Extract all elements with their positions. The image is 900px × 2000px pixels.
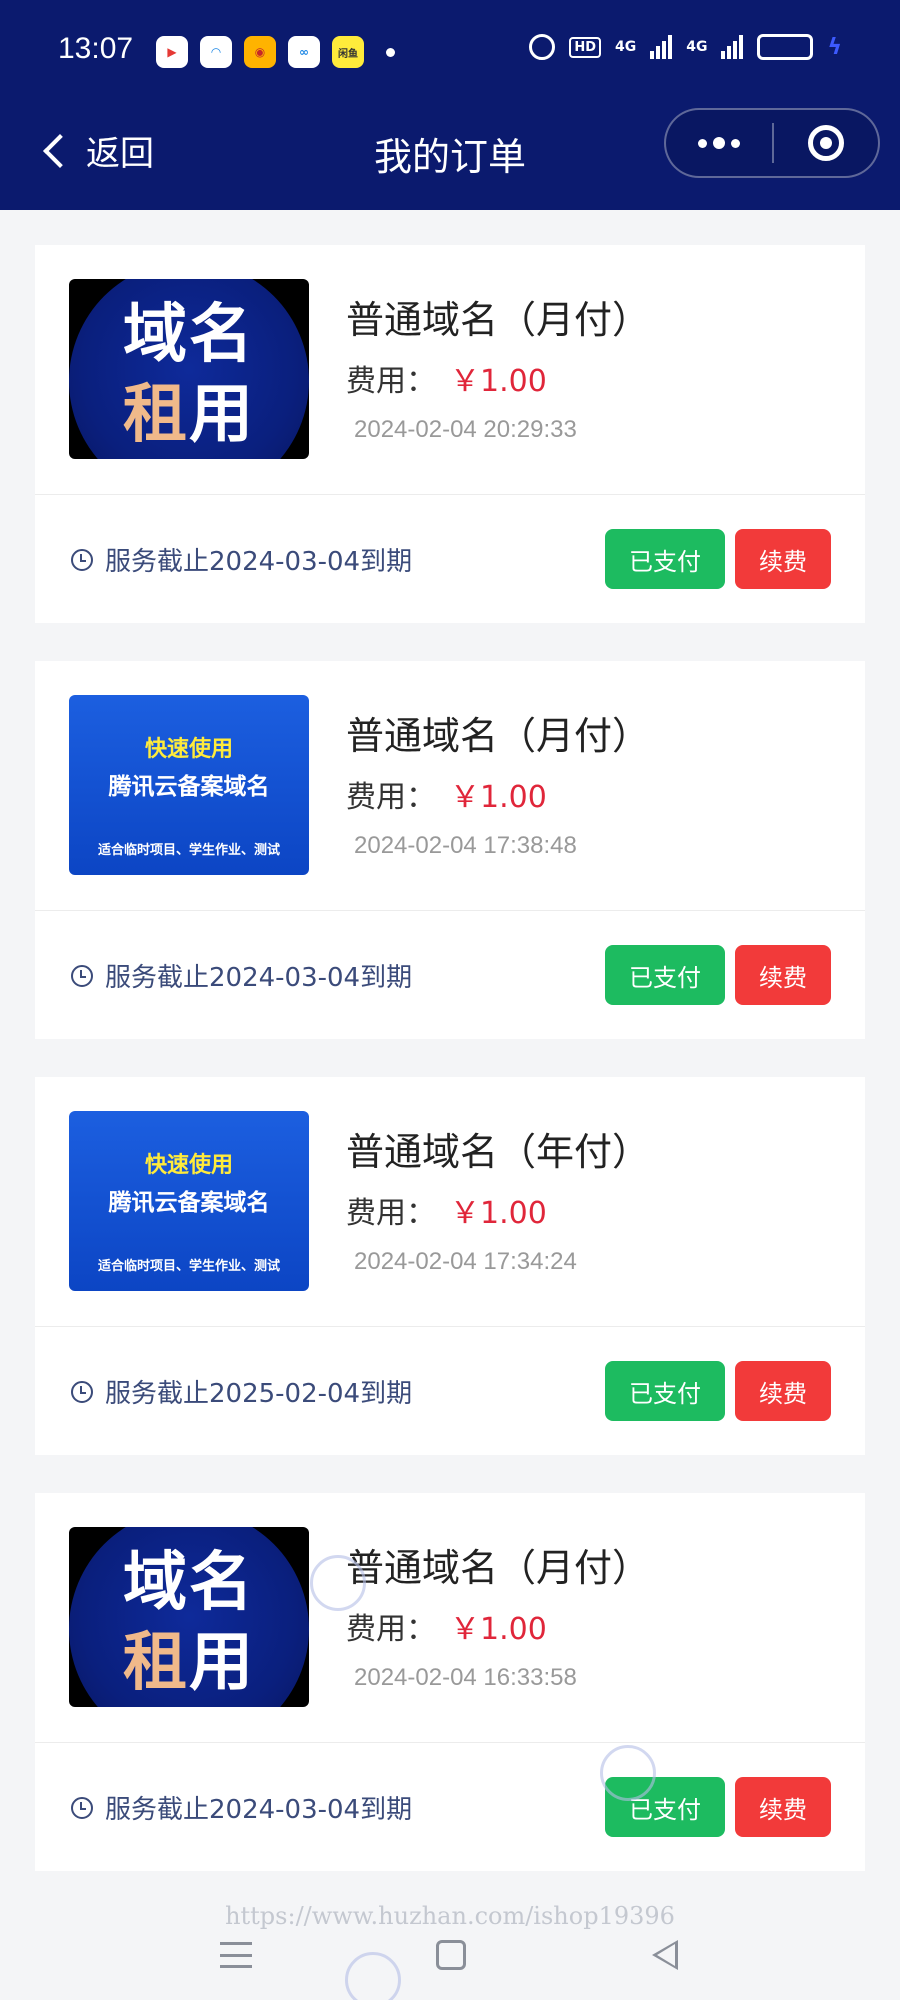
order-footer: 服务截止2024-03-04到期 已支付 续费 [35,1743,865,1871]
product-image: 域名 租用 [69,1527,309,1707]
close-miniprogram-button[interactable] [774,110,878,176]
fee-row: 费用： ￥1.00 [346,364,547,399]
more-dot-icon [713,137,725,149]
notification-icons: ▶ ◠ ◉ ∞ 闲鱼 [156,36,395,68]
browser-app-icon: ◠ [200,36,232,68]
top-bar: 13:07 ▶ ◠ ◉ ∞ 闲鱼 HD 4G 4G ϟ 返回 我的订单 [0,0,900,210]
more-notifications-dot [386,47,395,57]
order-time: 2024-02-04 17:34:24 [354,1248,577,1275]
renew-button[interactable]: 续费 [735,1777,831,1837]
order-time: 2024-02-04 20:29:33 [354,416,577,443]
renew-button[interactable]: 续费 [735,1361,831,1421]
order-info[interactable]: 域名 租用 普通域名（月付） 费用： ￥1.00 2024-02-04 16:33… [35,1493,865,1743]
back-triangle-icon[interactable] [652,1940,678,1970]
paid-button[interactable]: 已支付 [605,529,725,589]
status-bar: 13:07 ▶ ◠ ◉ ∞ 闲鱼 HD 4G 4G ϟ [0,28,900,76]
hd-voice-icon: HD [569,36,602,58]
xianyu-app-icon: 闲鱼 [332,36,364,68]
order-card: 快速使用 腾讯云备案域名 适合临时项目、学生作业、测试 普通域名（月付） 费用：… [35,661,865,1039]
paid-button[interactable]: 已支付 [605,945,725,1005]
order-info[interactable]: 快速使用 腾讯云备案域名 适合临时项目、学生作业、测试 普通域名（月付） 费用：… [35,661,865,911]
clock-icon [71,1796,93,1819]
order-time: 2024-02-04 16:33:58 [354,1664,577,1691]
product-name: 普通域名（年付） [346,1130,651,1174]
clock-icon [71,964,93,987]
expire-info: 服务截止2024-03-04到期 [71,541,412,578]
clock-icon [71,548,93,571]
status-time: 13:07 [58,32,134,65]
order-time: 2024-02-04 17:38:48 [354,832,577,859]
signal-icon [721,35,744,59]
order-card: 域名 租用 普通域名（月付） 费用： ￥1.00 2024-02-04 16:33… [35,1493,865,1871]
system-icons: HD 4G 4G ϟ [529,34,842,60]
cloud-app-icon: ∞ [288,36,320,68]
price: ￥1.00 [450,1196,547,1231]
order-info[interactable]: 域名 租用 普通域名（月付） 费用： ￥1.00 2024-02-04 20:29… [35,245,865,495]
alarm-icon [529,34,556,60]
fee-row: 费用： ￥1.00 [346,780,547,815]
product-name: 普通域名（月付） [346,714,651,758]
order-list: 域名 租用 普通域名（月付） 费用： ￥1.00 2024-02-04 20:29… [35,245,865,1909]
fee-row: 费用： ￥1.00 [346,1612,547,1647]
price: ￥1.00 [450,1612,547,1647]
product-image: 域名 租用 [69,279,309,459]
system-nav-bar [0,1920,900,2000]
home-icon[interactable] [436,1940,466,1970]
order-card: 快速使用 腾讯云备案域名 适合临时项目、学生作业、测试 普通域名（年付） 费用：… [35,1077,865,1455]
price: ￥1.00 [450,364,547,399]
product-name: 普通域名（月付） [346,298,651,342]
clock-icon [71,1380,93,1403]
menu-icon[interactable] [220,1942,252,1968]
more-dot-icon [731,138,740,148]
product-name: 普通域名（月付） [346,1546,651,1590]
more-dot-icon [698,138,707,148]
order-footer: 服务截止2024-03-04到期 已支付 续费 [35,911,865,1039]
expire-info: 服务截止2024-03-04到期 [71,1789,412,1826]
order-footer: 服务截止2024-03-04到期 已支付 续费 [35,495,865,623]
network-type-1: 4G [615,39,637,55]
product-image: 快速使用 腾讯云备案域名 适合临时项目、学生作业、测试 [69,695,309,875]
battery-icon [757,34,814,60]
product-image: 快速使用 腾讯云备案域名 适合临时项目、学生作业、测试 [69,1111,309,1291]
charging-icon: ϟ [827,34,842,60]
network-type-2: 4G [686,39,708,55]
renew-button[interactable]: 续费 [735,945,831,1005]
miniprogram-capsule [664,108,880,178]
signal-icon [650,35,673,59]
expire-info: 服务截止2024-03-04到期 [71,957,412,994]
renew-button[interactable]: 续费 [735,529,831,589]
paid-button[interactable]: 已支付 [605,1777,725,1837]
paid-button[interactable]: 已支付 [605,1361,725,1421]
price: ￥1.00 [450,780,547,815]
video-app-icon: ▶ [156,36,188,68]
weibo-app-icon: ◉ [244,36,276,68]
order-card: 域名 租用 普通域名（月付） 费用： ￥1.00 2024-02-04 20:29… [35,245,865,623]
target-icon [807,125,844,161]
order-info[interactable]: 快速使用 腾讯云备案域名 适合临时项目、学生作业、测试 普通域名（年付） 费用：… [35,1077,865,1327]
title-bar: 返回 我的订单 [0,100,900,200]
more-button[interactable] [666,110,772,176]
fee-row: 费用： ￥1.00 [346,1196,547,1231]
expire-info: 服务截止2025-02-04到期 [71,1373,412,1410]
order-footer: 服务截止2025-02-04到期 已支付 续费 [35,1327,865,1455]
